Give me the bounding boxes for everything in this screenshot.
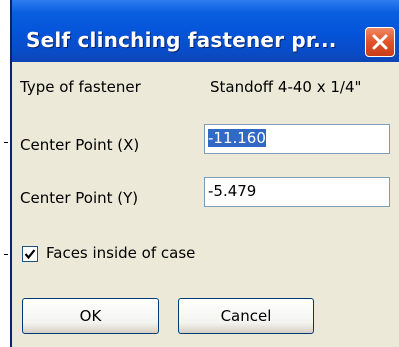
dialog-title: Self clinching fastener pr... bbox=[26, 28, 337, 52]
center-point-y-input[interactable]: -5.479 bbox=[204, 177, 390, 207]
ok-button[interactable]: OK bbox=[22, 298, 159, 334]
title-bar[interactable]: Self clinching fastener pr... bbox=[12, 0, 399, 62]
center-point-y-label: Center Point (Y) bbox=[20, 189, 139, 207]
checkmark-icon bbox=[24, 249, 36, 260]
fastener-properties-dialog: Self clinching fastener pr... Type of fa… bbox=[10, 0, 399, 347]
center-point-x-input[interactable]: -11.160 bbox=[204, 124, 390, 154]
faces-inside-checkbox[interactable] bbox=[22, 246, 38, 262]
background-tick bbox=[4, 142, 8, 143]
center-point-x-value: -11.160 bbox=[208, 129, 266, 147]
close-x-icon bbox=[372, 34, 388, 50]
faces-inside-label: Faces inside of case bbox=[46, 244, 196, 262]
close-button[interactable] bbox=[365, 27, 395, 57]
center-point-y-value: -5.479 bbox=[208, 182, 257, 200]
type-of-fastener-value: Standoff 4-40 x 1/4" bbox=[210, 78, 362, 96]
background-strip bbox=[0, 0, 10, 347]
cancel-button[interactable]: Cancel bbox=[178, 298, 314, 334]
type-of-fastener-label: Type of fastener bbox=[20, 78, 141, 96]
center-point-x-label: Center Point (X) bbox=[20, 136, 140, 154]
background-tick bbox=[4, 254, 8, 255]
